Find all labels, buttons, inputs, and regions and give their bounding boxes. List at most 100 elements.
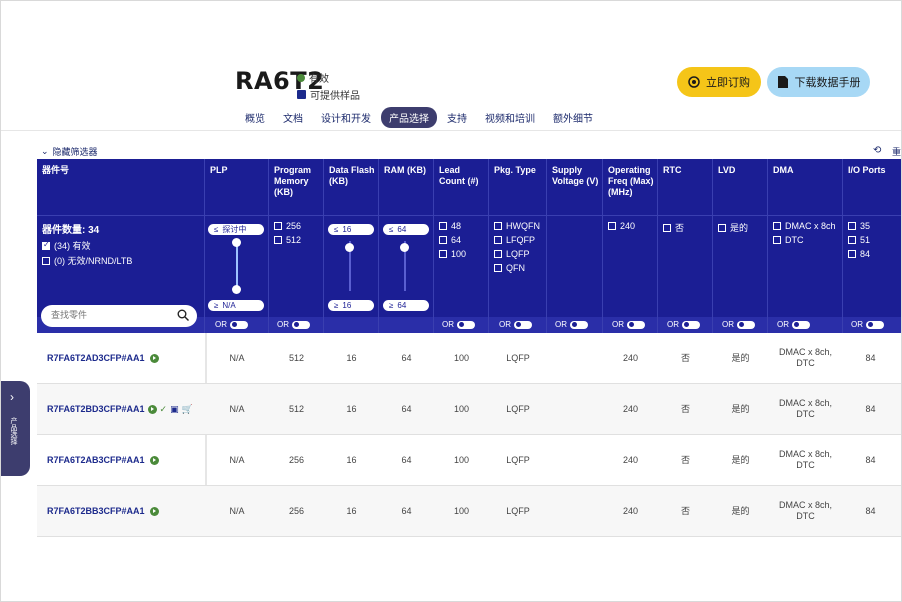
lead-option-64[interactable]: 64 <box>439 235 461 245</box>
checkbox[interactable] <box>42 256 50 265</box>
lead-option-48[interactable]: 48 <box>439 221 461 231</box>
reset-icon[interactable]: ⟲ <box>873 145 881 156</box>
part-number-cell: R7FA6T2BD3CFP#AA1 ✓ ▣ 🛒 <box>37 384 205 434</box>
toggle-switch[interactable] <box>514 320 532 329</box>
plp-min-pill[interactable]: ≥ N/A <box>208 300 264 311</box>
checkbox[interactable] <box>494 264 502 272</box>
or-toggle-plp[interactable]: OR <box>215 320 248 329</box>
pm-option-512[interactable]: 512 <box>274 235 301 245</box>
checkbox[interactable] <box>494 222 502 230</box>
toggle-switch[interactable] <box>627 320 645 329</box>
checkbox[interactable] <box>773 222 781 230</box>
product-selection-side-tab[interactable]: › 产品选择 <box>1 381 30 476</box>
search-input[interactable] <box>51 310 171 320</box>
hide-filters-toggle[interactable]: ⌄ 隐藏筛选器 <box>41 145 98 158</box>
dma-option-dtc[interactable]: DTC <box>773 235 804 245</box>
ram-slider-max-handle[interactable] <box>400 243 409 252</box>
ram-max-value: 64 <box>397 225 407 234</box>
download-datasheet-button[interactable]: 下载数据手册 <box>767 67 870 97</box>
or-toggle-pkg-type[interactable]: OR <box>499 320 532 329</box>
checkbox[interactable] <box>773 236 781 244</box>
part-number-link[interactable]: R7FA6T2AD3CFP#AA1 <box>47 353 145 364</box>
pkg-option-lfqfp-label: LFQFP <box>506 235 536 245</box>
checkbox[interactable] <box>848 222 856 230</box>
checkbox[interactable] <box>494 236 502 244</box>
df-min-value: 16 <box>342 301 352 310</box>
plp-max-pill[interactable]: ≤ 探讨中 <box>208 224 264 235</box>
or-toggle-lead-count[interactable]: OR <box>442 320 475 329</box>
part-number-link[interactable]: R7FA6T2BB3CFP#AA1 <box>47 506 145 517</box>
toggle-switch[interactable] <box>230 320 248 329</box>
part-number-link[interactable]: R7FA6T2AB3CFP#AA1 <box>47 455 145 466</box>
or-toggle-dma[interactable]: OR <box>777 320 810 329</box>
or-toggle-io-ports[interactable]: OR <box>851 320 884 329</box>
rtc-option-no[interactable]: 否 <box>663 221 684 234</box>
pkg-option-lfqfp[interactable]: LFQFP <box>494 235 535 245</box>
df-min-pill[interactable]: ≥16 <box>328 300 374 311</box>
filter-inactive[interactable]: (0) 无效/NRND/LTB <box>42 254 132 267</box>
checkbox[interactable] <box>494 250 502 258</box>
tab-documents[interactable]: 文档 <box>275 107 311 128</box>
toggle-switch[interactable] <box>737 320 755 329</box>
tab-design-development[interactable]: 设计和开发 <box>313 107 379 128</box>
io-option-84[interactable]: 84 <box>848 249 870 259</box>
checkbox[interactable] <box>848 236 856 244</box>
or-toggle-program-memory[interactable]: OR <box>277 320 310 329</box>
ram-max-pill[interactable]: ≤64 <box>383 224 429 235</box>
pkg-option-qfn[interactable]: QFN <box>494 263 525 273</box>
reset-label[interactable]: 重 <box>892 145 901 158</box>
or-toggle-rtc[interactable]: OR <box>667 320 700 329</box>
tab-product-selection[interactable]: 产品选择 <box>381 107 437 128</box>
or-toggle-lvd[interactable]: OR <box>722 320 755 329</box>
ram-min-pill[interactable]: ≥64 <box>383 300 429 311</box>
ge-symbol: ≥ <box>389 301 394 310</box>
plp-slider-max-handle[interactable] <box>232 238 241 247</box>
filter-col-pkg-type: Pkg. Type HWQFN LFQFP LQFP QFN <box>489 159 547 333</box>
lead-option-100-label: 100 <box>451 249 467 259</box>
filter-col-part: 器件号 器件数量: 34 (34) 有效 (0) 无效/NRND/LTB <box>37 159 205 333</box>
lead-option-100[interactable]: 100 <box>439 249 466 259</box>
tab-additional-details[interactable]: 额外细节 <box>545 107 601 128</box>
checkbox[interactable] <box>274 236 282 244</box>
search-box[interactable] <box>41 305 197 327</box>
calendar-icon[interactable]: ▣ <box>170 404 179 415</box>
df-max-pill[interactable]: ≤16 <box>328 224 374 235</box>
io-option-35[interactable]: 35 <box>848 221 870 231</box>
tab-overview[interactable]: 概览 <box>237 107 273 128</box>
lvd-option-yes[interactable]: 是的 <box>718 221 748 234</box>
toggle-switch[interactable] <box>457 320 475 329</box>
plp-slider-min-handle[interactable] <box>232 285 241 294</box>
filter-active[interactable]: (34) 有效 <box>42 239 91 252</box>
tab-support[interactable]: 支持 <box>439 107 475 128</box>
pkg-option-lqfp[interactable]: LQFP <box>494 249 530 259</box>
cart-icon[interactable]: 🛒 <box>182 404 193 415</box>
pm-option-256[interactable]: 256 <box>274 221 301 231</box>
checkbox[interactable] <box>439 250 447 258</box>
toggle-switch[interactable] <box>866 320 884 329</box>
search-icon[interactable] <box>177 309 189 321</box>
dma-option-dmac[interactable]: DMAC x 8ch <box>773 221 836 231</box>
toggle-switch[interactable] <box>292 320 310 329</box>
order-now-button[interactable]: 立即订购 <box>677 67 761 97</box>
filter-col-rtc: RTC 否 <box>658 159 713 333</box>
toggle-switch[interactable] <box>682 320 700 329</box>
checkbox[interactable] <box>439 236 447 244</box>
df-slider-max-handle[interactable] <box>345 243 354 252</box>
part-number-link[interactable]: R7FA6T2BD3CFP#AA1 <box>47 404 145 415</box>
checkbox[interactable] <box>439 222 447 230</box>
checkbox[interactable] <box>274 222 282 230</box>
toggle-switch[interactable] <box>570 320 588 329</box>
checkbox[interactable] <box>718 223 726 232</box>
or-toggle-supply-voltage[interactable]: OR <box>555 320 588 329</box>
checkbox[interactable] <box>608 222 616 230</box>
checkbox-checked[interactable] <box>42 240 50 250</box>
plp-slider-range <box>236 245 238 289</box>
toggle-switch[interactable] <box>792 320 810 329</box>
io-option-51[interactable]: 51 <box>848 235 870 245</box>
tab-videos-training[interactable]: 视频和培训 <box>477 107 543 128</box>
pkg-option-hwqfn[interactable]: HWQFN <box>494 221 540 231</box>
checkbox[interactable] <box>848 250 856 258</box>
checkbox[interactable] <box>663 223 671 232</box>
or-toggle-operating-freq[interactable]: OR <box>612 320 645 329</box>
freq-option-240[interactable]: 240 <box>608 221 635 231</box>
